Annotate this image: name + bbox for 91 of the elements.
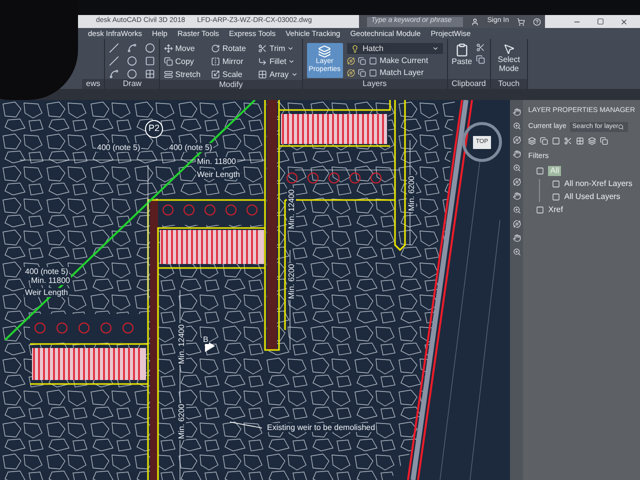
close-icon[interactable] xyxy=(620,18,628,26)
draw-tool-icon[interactable] xyxy=(109,43,120,53)
nav-tool-icon[interactable] xyxy=(512,220,521,228)
layer-dropdown[interactable]: Hatch xyxy=(346,43,443,54)
layer-action-button[interactable]: Make Current xyxy=(380,56,428,66)
drawing-label: Min. 11800 xyxy=(196,157,237,166)
copy-icon xyxy=(164,57,174,66)
draw-tool-icon[interactable] xyxy=(145,69,156,79)
nav-tool-icon[interactable] xyxy=(512,192,521,200)
panel-title[interactable]: Modify xyxy=(160,80,302,90)
tree-item[interactable]: Xref xyxy=(548,205,563,216)
layer-toolbar-icon[interactable] xyxy=(576,137,584,145)
search-icon xyxy=(618,124,624,130)
move-icon xyxy=(164,44,174,53)
maximize-icon[interactable] xyxy=(597,18,604,25)
layer-tool-icon[interactable] xyxy=(358,69,366,77)
layer-toolbar-icon[interactable] xyxy=(528,137,536,145)
dimension-label: Min. 12400 xyxy=(177,323,186,365)
draw-tool-icon[interactable] xyxy=(127,56,138,66)
mirror-icon xyxy=(211,57,220,66)
select-mode-button[interactable]: Select Mode xyxy=(494,43,523,73)
nav-tool-icon[interactable] xyxy=(512,178,521,186)
help-icon[interactable] xyxy=(533,18,541,26)
drawing-label: Weir Length xyxy=(196,170,241,179)
pointer-icon xyxy=(502,43,515,55)
tool-button[interactable]: Scale xyxy=(211,69,250,80)
drawing-label: Weir Length xyxy=(24,288,69,297)
tool-button[interactable]: Trim xyxy=(258,43,298,54)
layer-toolbar-icon[interactable] xyxy=(564,137,572,145)
paste-button[interactable]: Paste xyxy=(452,43,472,67)
bulb-icon xyxy=(350,44,359,52)
scale-icon xyxy=(211,70,220,79)
drawing-label: 400 (note 5) xyxy=(96,143,142,152)
nav-tool-icon[interactable] xyxy=(512,122,521,130)
stretch-icon xyxy=(164,70,174,79)
scissors-icon[interactable] xyxy=(476,43,486,52)
rotate-icon xyxy=(211,44,220,53)
draw-tool-icon[interactable] xyxy=(109,56,120,66)
dimension-label: Min. 12400 xyxy=(287,188,296,230)
layer-tool-icon[interactable] xyxy=(346,57,355,65)
layer-toolbar-icon[interactable] xyxy=(600,137,608,145)
layer-action-button[interactable]: Match Layer xyxy=(380,68,424,78)
drawing-label: 400 (note 5) xyxy=(24,267,70,276)
tool-button[interactable]: Fillet xyxy=(258,56,298,67)
nav-tool-icon[interactable] xyxy=(512,150,521,158)
tool-button[interactable]: Move xyxy=(164,43,204,54)
dimension-label: Min. 6200 xyxy=(287,262,296,300)
draw-tool-icon[interactable] xyxy=(127,43,138,53)
user-icon xyxy=(471,18,480,26)
cart-icon[interactable] xyxy=(517,18,525,26)
panel-title[interactable]: Draw xyxy=(105,79,160,89)
drawing-label: Existing weir to be demolished xyxy=(266,423,376,432)
draw-tool-icon[interactable] xyxy=(145,43,156,53)
tool-button[interactable]: Rotate xyxy=(211,43,250,54)
dimension-label: Min. 6200 xyxy=(407,174,416,212)
draw-tool-icon[interactable] xyxy=(127,69,138,79)
layers-icon xyxy=(318,45,332,58)
layer-tool-icon[interactable] xyxy=(358,57,366,65)
tree-item[interactable]: All Used Layers xyxy=(564,192,620,202)
scissors-icon xyxy=(258,44,268,53)
drawing-label: 400 (note 5) xyxy=(168,143,214,152)
draw-tool-icon[interactable] xyxy=(145,56,156,66)
tool-button[interactable]: Array xyxy=(258,69,298,80)
layer-tool-icon[interactable] xyxy=(346,69,355,77)
layer-toolbar-icon[interactable] xyxy=(552,137,560,145)
nav-tool-icon[interactable] xyxy=(512,108,521,116)
panel-title[interactable]: Touch xyxy=(490,79,527,89)
panel-title[interactable]: Clipboard xyxy=(448,79,490,89)
nav-tool-icon[interactable] xyxy=(512,164,521,172)
panel-title[interactable]: Layers xyxy=(302,79,447,89)
tool-button[interactable]: Copy xyxy=(164,56,204,67)
nav-tool-icon[interactable] xyxy=(512,206,521,214)
layer-toolbar-icon[interactable] xyxy=(588,137,596,145)
tool-button[interactable]: Mirror xyxy=(211,56,250,67)
drawing-label: B xyxy=(202,335,210,344)
layer-name: Hatch xyxy=(362,42,384,54)
copy-icon[interactable] xyxy=(476,55,486,64)
drawing-label: Min. 11800 xyxy=(30,276,71,285)
grid-icon xyxy=(258,70,268,79)
clipboard-icon xyxy=(454,43,469,57)
caret-icon xyxy=(432,45,439,52)
layer-toolbar-icon[interactable] xyxy=(540,137,548,145)
tool-button[interactable]: Stretch xyxy=(164,69,204,80)
nav-tool-icon[interactable] xyxy=(512,234,521,242)
tree-item[interactable]: All non-Xref Layers xyxy=(564,179,632,190)
nav-tool-icon[interactable] xyxy=(512,136,521,144)
dimension-label: Min. 6200 xyxy=(177,402,186,440)
draw-tool-icon[interactable] xyxy=(109,69,120,79)
panel-title[interactable]: ews xyxy=(82,79,104,89)
nav-tool-icon[interactable] xyxy=(512,248,521,256)
corner-icon xyxy=(258,57,268,66)
